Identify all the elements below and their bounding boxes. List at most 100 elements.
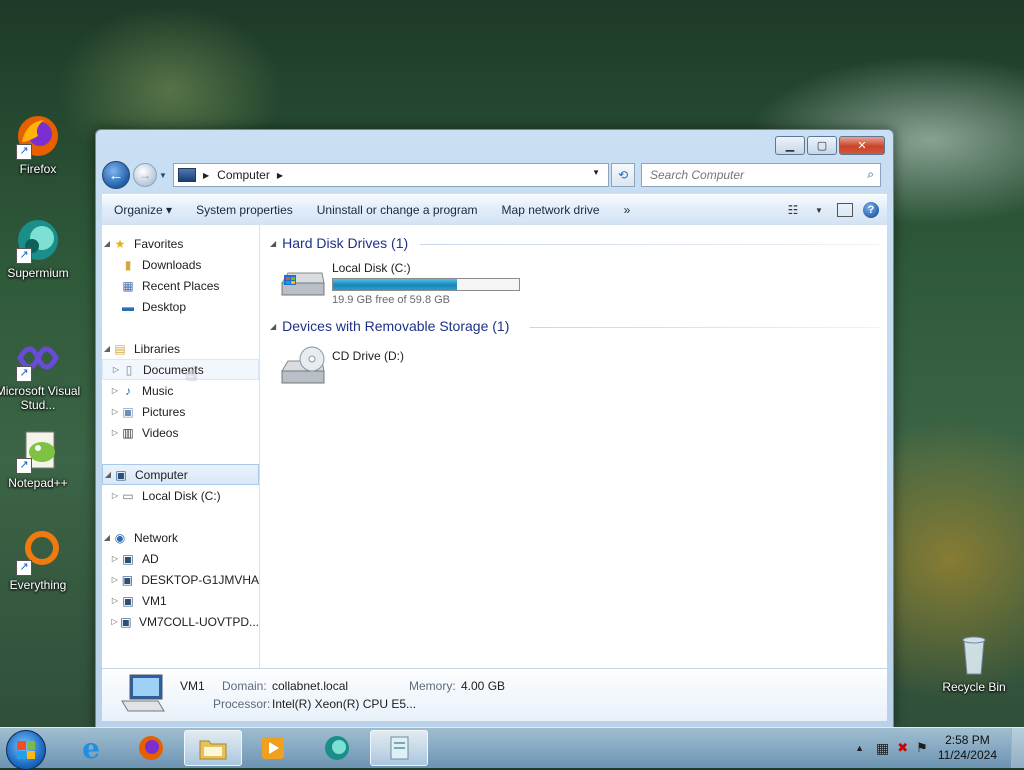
taskbar: e ▲ ▦ ✖ ⚑ 2:58 PM 11/24/2024	[0, 727, 1024, 770]
collapse-icon[interactable]: ◢	[102, 533, 112, 542]
tree-recent-places[interactable]: ▦ Recent Places	[102, 275, 259, 296]
desktop-icon-label: Recycle Bin	[942, 680, 1006, 694]
search-icon[interactable]: ⌕	[867, 167, 874, 182]
tree-network-vm1[interactable]: ▷ ▣ VM1	[102, 590, 259, 611]
clock-time: 2:58 PM	[945, 733, 990, 747]
uninstall-program-button[interactable]: Uninstall or change a program	[305, 203, 490, 217]
group-header-hdd[interactable]: ◢ Hard Disk Drives (1)	[270, 235, 408, 251]
shortcut-arrow-icon: ↗	[16, 458, 32, 474]
desktop-icon-notepadpp[interactable]: ↗ Notepad++	[0, 426, 76, 490]
windows-logo-icon	[17, 741, 35, 759]
network-status-icon[interactable]: ▦	[876, 740, 889, 757]
help-icon[interactable]: ?	[863, 202, 879, 218]
view-dropdown-icon[interactable]: ▼	[811, 203, 827, 217]
chevron-right-icon[interactable]: ▶	[277, 171, 283, 180]
desktop-icon-firefox[interactable]: ↗ Firefox	[0, 112, 76, 176]
expand-icon[interactable]: ▷	[111, 365, 121, 374]
preview-pane-icon[interactable]	[837, 203, 853, 217]
shortcut-arrow-icon: ↗	[16, 560, 32, 576]
forward-button[interactable]: →	[133, 163, 157, 187]
view-options-icon[interactable]: ☷	[785, 203, 801, 217]
maximize-button[interactable]: ▢	[807, 136, 837, 155]
tree-libraries[interactable]: ◢ ▤ Libraries	[102, 338, 259, 359]
tree-computer[interactable]: ◢ ▣ Computer	[102, 464, 259, 485]
collapse-icon[interactable]: ◢	[102, 239, 112, 248]
expand-icon[interactable]: ▷	[110, 386, 120, 395]
expand-icon[interactable]: ▷	[110, 428, 120, 437]
tree-network-ad[interactable]: ▷ ▣ AD	[102, 548, 259, 569]
tree-pictures[interactable]: ▷ ▣ Pictures	[102, 401, 259, 422]
drive-item-c[interactable]: Local Disk (C:) 19.9 GB free of 59.8 GB	[278, 261, 520, 306]
tree-documents[interactable]: ▷ ▯ Documents	[102, 359, 259, 380]
tree-label: Desktop	[142, 299, 187, 314]
group-header-removable[interactable]: ◢ Devices with Removable Storage (1)	[270, 318, 509, 334]
downloads-folder-icon: ▮	[124, 257, 132, 272]
search-input[interactable]	[648, 167, 852, 183]
tree-label: AD	[142, 551, 159, 566]
search-box[interactable]: ⌕	[641, 163, 881, 187]
more-commands-button[interactable]: »	[612, 203, 643, 217]
show-hidden-icons-icon[interactable]: ▲	[855, 743, 864, 753]
address-bar[interactable]: ▶ Computer ▶ ▼	[173, 163, 609, 187]
collapse-group-icon[interactable]: ◢	[270, 322, 276, 331]
volume-muted-icon[interactable]: ✖	[897, 740, 908, 756]
taskbar-media-player[interactable]	[244, 730, 302, 766]
tree-videos[interactable]: ▷ ▥ Videos	[102, 422, 259, 443]
chevron-right-icon[interactable]: ▶	[203, 171, 209, 180]
tree-label: Local Disk (C:)	[142, 488, 221, 503]
tree-network-desktop[interactable]: ▷ ▣ DESKTOP-G1JMVHA	[102, 569, 259, 590]
desktop-icon-label: Firefox	[19, 162, 57, 176]
hard-disk-drive-icon	[278, 261, 326, 301]
domain-value: collabnet.local	[272, 679, 349, 693]
desktop-icon-everything[interactable]: ↗ Everything	[0, 528, 76, 592]
expand-icon[interactable]: ▷	[110, 617, 119, 626]
group-title: Hard Disk Drives (1)	[282, 235, 409, 251]
desktop-icon-supermium[interactable]: ↗ Supermium	[0, 216, 76, 280]
collapse-group-icon[interactable]: ◢	[270, 239, 276, 248]
refresh-button[interactable]: ⟲	[611, 163, 635, 187]
computer-icon	[178, 168, 196, 182]
start-button[interactable]	[6, 730, 46, 770]
clock[interactable]: 2:58 PM 11/24/2024	[938, 733, 997, 763]
shortcut-arrow-icon: ↗	[16, 366, 32, 382]
minimize-button[interactable]: ▁	[775, 136, 805, 155]
taskbar-windows-explorer[interactable]	[184, 730, 242, 766]
tree-network-vm7[interactable]: ▷ ▣ VM7COLL-UOVTPD...	[102, 611, 259, 632]
tree-downloads[interactable]: ▮ Downloads	[102, 254, 259, 275]
collapse-icon[interactable]: ◢	[102, 344, 112, 353]
taskbar-internet-explorer[interactable]: e	[62, 730, 120, 766]
desktop-icon-recycle-bin[interactable]: Recycle Bin	[936, 630, 1012, 694]
tree-local-disk[interactable]: ▷ ▭ Local Disk (C:)	[102, 485, 259, 506]
drive-name: CD Drive (D:)	[332, 349, 404, 363]
supermium-icon: ↗	[14, 216, 62, 264]
expand-icon[interactable]: ▷	[110, 596, 120, 605]
tree-music[interactable]: ▷ ♪ Music	[102, 380, 259, 401]
back-button[interactable]: ←	[102, 161, 130, 189]
expand-icon[interactable]: ▷	[110, 491, 120, 500]
tree-desktop[interactable]: ▬ Desktop	[102, 296, 259, 317]
expand-icon[interactable]: ▷	[110, 575, 120, 584]
address-dropdown-icon[interactable]: ▼	[592, 168, 600, 177]
folder-icon	[199, 740, 227, 760]
taskbar-firefox[interactable]	[122, 730, 180, 766]
map-network-drive-button[interactable]: Map network drive	[490, 203, 612, 217]
show-desktop-button[interactable]	[1011, 728, 1024, 768]
desktop-icon-visual-studio[interactable]: ↗ Microsoft Visual Stud...	[0, 334, 80, 412]
expand-icon[interactable]: ▷	[110, 407, 120, 416]
taskbar-supermium[interactable]	[308, 730, 366, 766]
expand-icon[interactable]: ▷	[110, 554, 120, 563]
taskbar-notepad[interactable]	[370, 730, 428, 766]
drive-item-d[interactable]: CD Drive (D:)	[278, 345, 404, 385]
breadcrumb-computer[interactable]: Computer	[217, 168, 270, 182]
network-computer-icon: ▣	[120, 614, 132, 629]
organize-button[interactable]: Organize ▾	[102, 203, 184, 217]
action-center-flag-icon[interactable]: ⚑	[916, 740, 928, 756]
tree-favorites[interactable]: ◢ ★ Favorites	[102, 233, 259, 254]
tree-label: Recent Places	[142, 278, 220, 293]
recent-pages-dropdown[interactable]: ▼	[159, 171, 169, 180]
collapse-icon[interactable]: ◢	[103, 470, 113, 479]
system-properties-button[interactable]: System properties	[184, 203, 305, 217]
tree-network[interactable]: ◢ ◉ Network	[102, 527, 259, 548]
system-tray: ▲ ▦ ✖ ⚑ 2:58 PM 11/24/2024	[855, 728, 1024, 768]
close-button[interactable]: ✕	[839, 136, 885, 155]
